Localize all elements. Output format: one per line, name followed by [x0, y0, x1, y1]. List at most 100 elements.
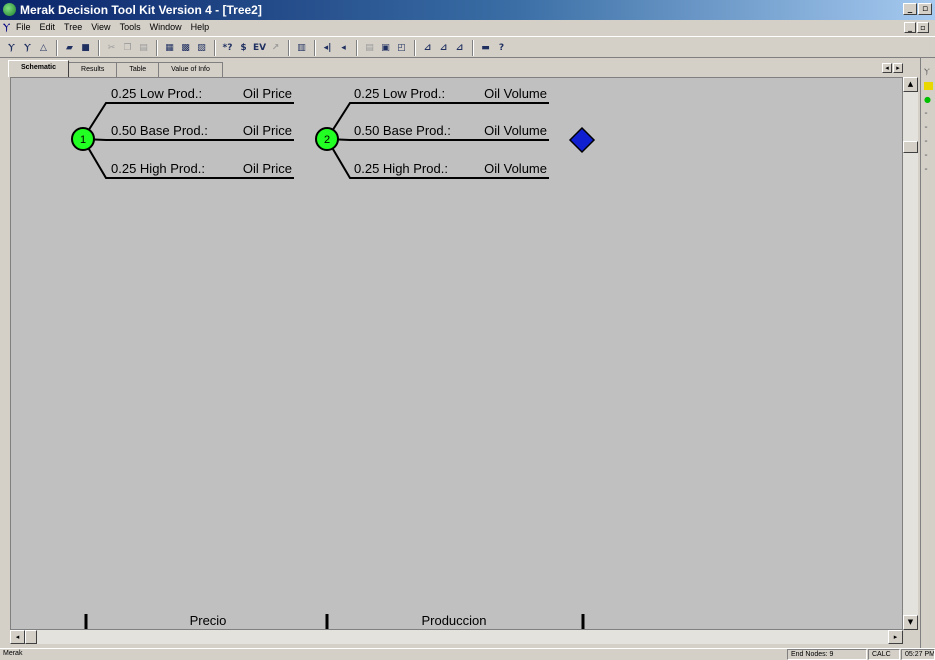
tab-schematic[interactable]: Schematic — [8, 60, 70, 77]
branch-variable: Oil Price — [243, 86, 292, 101]
clock-status: 05:27 PM — [901, 649, 935, 660]
stage-divider — [581, 614, 585, 629]
branch-probability: 0.25 High Prod.: — [354, 161, 448, 176]
dock-tool-icon[interactable]: ⁃ — [924, 138, 933, 146]
chart-icon[interactable]: ▨ — [194, 41, 209, 56]
window-controls: _ ▫ — [903, 3, 932, 15]
chance-node-icon[interactable]: Ⲩ — [20, 41, 35, 56]
value-icon[interactable]: $ — [236, 41, 251, 56]
tab-scroll-controls: ◂ ▸ — [882, 63, 903, 73]
branch-label: 0.50 Base Prod.: Oil Volume — [354, 123, 547, 138]
branch-line — [82, 138, 294, 141]
vertical-scrollbar[interactable]: ▲ ▼ — [903, 77, 918, 630]
stage-label: Produccion — [421, 613, 486, 628]
sensitivity-icon[interactable]: ↗ — [268, 41, 283, 56]
window-title: Merak Decision Tool Kit Version 4 - [Tre… — [20, 3, 262, 17]
report-icon[interactable]: ▥ — [294, 41, 309, 56]
document-icon[interactable]: ▤ — [362, 41, 377, 56]
menu-tools[interactable]: Tools — [120, 22, 141, 32]
decision-tree: 0.25 Low Prod.: Oil Price 0.50 Base Prod.:… — [71, 86, 596, 629]
tab-table[interactable]: Table — [116, 62, 160, 77]
vertical-scroll-thumb[interactable] — [903, 141, 918, 153]
branch-probability: 0.25 Low Prod.: — [111, 86, 202, 101]
tab-results[interactable]: Results — [68, 62, 118, 77]
help-icon[interactable]: ? — [494, 41, 509, 56]
toolbar-separator — [314, 40, 316, 56]
branch-probability: 0.25 Low Prod.: — [354, 86, 445, 101]
branch-variable: Oil Volume — [484, 123, 547, 138]
cut-icon[interactable]: ✂ — [104, 41, 119, 56]
branch-label: 0.25 High Prod.: Oil Volume — [354, 161, 547, 176]
menu-tree[interactable]: Tree — [64, 22, 82, 32]
menu-file[interactable]: File — [16, 22, 31, 32]
calc-mode-status: CALC — [868, 649, 900, 660]
branch-variable: Oil Volume — [484, 161, 547, 176]
horizontal-scroll-thumb[interactable] — [25, 630, 37, 644]
menu-view[interactable]: View — [91, 22, 110, 32]
ev-icon[interactable]: EV — [252, 41, 267, 56]
scroll-right-button[interactable]: ▸ — [888, 630, 903, 644]
toolbar-separator — [356, 40, 358, 56]
print-preview-icon[interactable]: ▣ — [378, 41, 393, 56]
tab-value-of-info[interactable]: Value of Info — [158, 62, 223, 77]
tab-scroll-right-button[interactable]: ▸ — [893, 63, 903, 73]
terminal-node-icon[interactable]: △ — [36, 41, 51, 56]
app-icon[interactable] — [3, 3, 16, 16]
toolbar-separator — [98, 40, 100, 56]
title-bar[interactable]: Merak Decision Tool Kit Version 4 - [Tre… — [0, 0, 935, 20]
restore-button[interactable]: ▫ — [918, 3, 932, 15]
copy-icon[interactable]: ❐ — [120, 41, 135, 56]
end-nodes-status: End Nodes: 9 — [787, 649, 867, 660]
table-icon[interactable]: ▩ — [178, 41, 193, 56]
dock-tool-icon[interactable]: ⁃ — [924, 124, 933, 132]
paste-icon[interactable]: ▤ — [136, 41, 151, 56]
scroll-up-button[interactable]: ▲ — [903, 77, 918, 92]
dock-tool-icon[interactable]: ⁃ — [924, 166, 933, 174]
save-icon[interactable]: ■ — [78, 41, 93, 56]
yellow-square-icon[interactable] — [924, 82, 933, 90]
tree-view-icon[interactable]: ⊿ — [420, 41, 435, 56]
branch-variable: Oil Price — [243, 161, 292, 176]
undo-icon[interactable]: ◂ — [336, 41, 351, 56]
rollback-icon[interactable]: ◂| — [320, 41, 335, 56]
mdi-minimize-button[interactable]: _ — [904, 22, 916, 33]
decision-node-icon[interactable]: Ⲩ — [4, 41, 19, 56]
document-menu-icon[interactable]: Ⲩ — [3, 22, 13, 33]
scroll-left-button[interactable]: ◂ — [10, 630, 25, 644]
stage-label: Precio — [190, 613, 227, 628]
print-icon[interactable]: ▬ — [478, 41, 493, 56]
open-icon[interactable]: ▰ — [62, 41, 77, 56]
scroll-down-button[interactable]: ▼ — [903, 615, 918, 630]
schematic-canvas[interactable]: 0.25 Low Prod.: Oil Price 0.50 Base Prod.:… — [10, 77, 903, 630]
menu-window[interactable]: Window — [150, 22, 182, 32]
dock-tool-icon[interactable]: ⁃ — [924, 110, 933, 118]
tree-expand-icon[interactable]: ⊿ — [436, 41, 451, 56]
grid-icon[interactable]: ▦ — [162, 41, 177, 56]
toolbar-buttons: Ⲩ Ⲩ △ ▰ ■ ✂ ❐ ▤ ▦ ▩ ▨ *? $ EV ↗ ▥ ◂| ◂ ▤ ▣ ◰ ⊿ ⊿ ⊿ ▬? — [4, 39, 510, 57]
green-circle-icon[interactable]: ● — [924, 96, 933, 104]
tree-collapse-icon[interactable]: ⊿ — [452, 41, 467, 56]
mdi-restore-button[interactable]: ▫ — [917, 22, 929, 33]
menu-items: File Edit Tree View Tools Window Help — [16, 22, 209, 32]
menu-bar: Ⲩ File Edit Tree View Tools Window Help _ ▫ — [0, 20, 935, 36]
stage-divider — [84, 614, 88, 629]
menu-help[interactable]: Help — [191, 22, 210, 32]
view-tabs: Schematic Results Table Value of Info — [8, 60, 223, 77]
probability-icon[interactable]: *? — [220, 41, 235, 56]
tab-scroll-left-button[interactable]: ◂ — [882, 63, 892, 73]
menu-edit[interactable]: Edit — [40, 22, 56, 32]
dock-tool-icon[interactable]: Ⲩ — [924, 68, 933, 76]
toolbar-separator — [472, 40, 474, 56]
horizontal-scrollbar[interactable]: ◂ ▸ — [10, 630, 903, 644]
branch-probability: 0.25 High Prod.: — [111, 161, 205, 176]
status-bar: Merak End Nodes: 9 CALC 05:27 PM — [0, 648, 935, 660]
chance-node-number: 1 — [80, 134, 86, 146]
dock-tool-icon[interactable]: ⁃ — [924, 152, 933, 160]
zoom-icon[interactable]: ◰ — [394, 41, 409, 56]
branch-variable: Oil Price — [243, 123, 292, 138]
size-grip — [903, 630, 918, 644]
minimize-button[interactable]: _ — [903, 3, 917, 15]
toolbar-separator — [156, 40, 158, 56]
toolbar-separator — [288, 40, 290, 56]
branch-probability: 0.50 Base Prod.: — [111, 123, 208, 138]
